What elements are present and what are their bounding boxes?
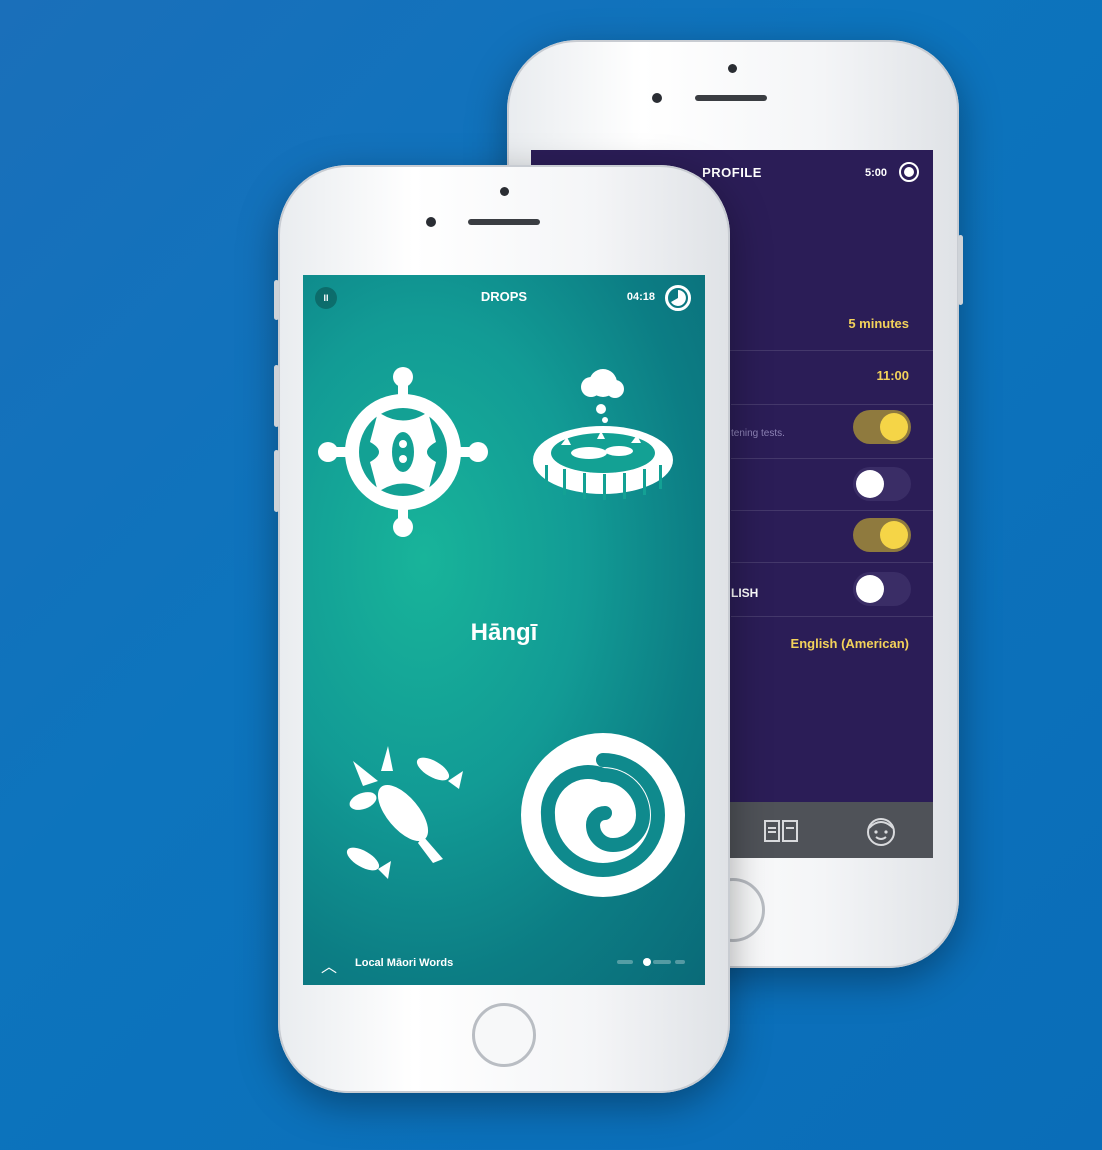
- drops-screen: II DROPS 04:18 Hāngī ︿ Local Māori Words: [303, 275, 705, 985]
- mute-switch: [274, 280, 279, 320]
- volume-up-button: [274, 365, 279, 427]
- timer-ring-icon[interactable]: [899, 162, 919, 182]
- vocabulary-word: Hāngī: [470, 619, 538, 646]
- toggle-knob: [880, 413, 908, 441]
- category-label[interactable]: Local Māori Words: [355, 957, 453, 969]
- book-icon[interactable]: [763, 818, 799, 844]
- power-button: [958, 235, 963, 305]
- toggle-knob: [880, 521, 908, 549]
- language-value: English (American): [790, 636, 909, 651]
- sensor-dot: [500, 187, 509, 196]
- setting-row-listening: tening tests.: [731, 404, 933, 459]
- profile-face-icon[interactable]: [864, 814, 898, 848]
- listening-sub-label: tening tests.: [731, 428, 785, 439]
- setting-row-3: [731, 510, 933, 563]
- english-setting-label: LISH: [731, 586, 759, 600]
- progress-indicator: [617, 957, 687, 969]
- volume-down-button: [274, 450, 279, 512]
- english-toggle[interactable]: [853, 572, 911, 606]
- timer-pie-icon: [671, 290, 686, 306]
- timer-progress-icon[interactable]: [665, 285, 691, 311]
- speaker-grille: [695, 95, 767, 101]
- profile-timer: 5:00: [864, 167, 887, 179]
- front-camera: [652, 93, 662, 103]
- setting-toggle-2[interactable]: [853, 467, 911, 501]
- listening-toggle[interactable]: [853, 410, 911, 444]
- sensor-dot: [728, 64, 737, 73]
- chevron-up-icon[interactable]: ︿: [321, 953, 337, 977]
- drops-footer: ︿ Local Māori Words: [303, 945, 705, 985]
- crayfish-fish-icon[interactable]: [333, 741, 473, 881]
- setting-row-2: [731, 458, 933, 511]
- home-button[interactable]: [472, 1003, 536, 1067]
- front-phone: II DROPS 04:18 Hāngī ︿ Local Māori Words: [274, 165, 730, 1093]
- speaker-grille: [468, 219, 540, 225]
- front-camera: [426, 217, 436, 227]
- wheel-carving-icon[interactable]: [318, 367, 488, 537]
- koru-spiral-icon[interactable]: [518, 730, 693, 905]
- progress-dots-icon: [617, 958, 685, 966]
- session-length-value: 5 minutes: [848, 316, 909, 331]
- drops-timer: 04:18: [626, 291, 655, 303]
- reminder-time-value: 11:00: [876, 368, 909, 383]
- setting-toggle-3[interactable]: [853, 518, 911, 552]
- setting-row-reminder-time[interactable]: 11:00: [731, 350, 933, 405]
- hangi-pit-icon[interactable]: [531, 365, 676, 500]
- toggle-knob: [856, 575, 884, 603]
- toggle-knob: [856, 470, 884, 498]
- setting-row-english: LISH: [731, 562, 933, 617]
